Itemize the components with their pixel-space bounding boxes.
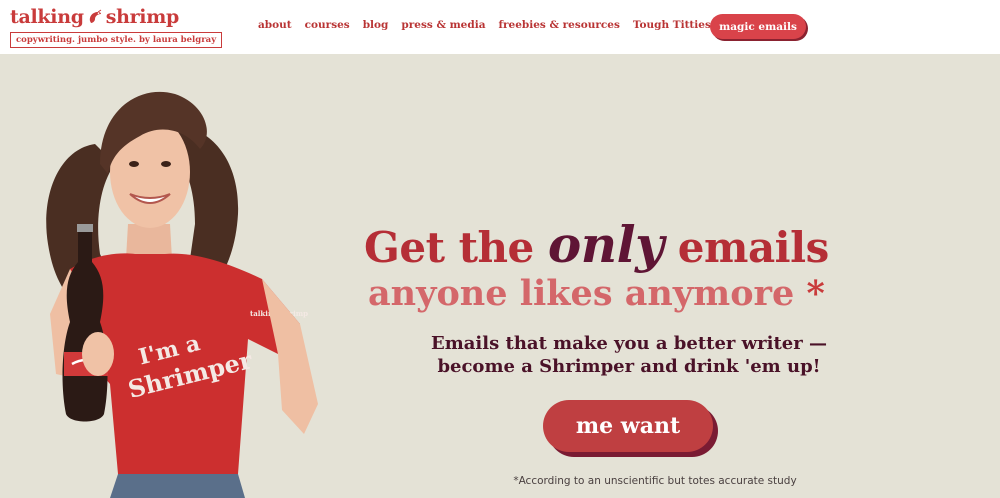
main-nav: about courses blog press & media freebie… xyxy=(258,19,711,31)
headline-pre: Get the xyxy=(364,223,534,272)
headline-line2: anyone likes anymore * xyxy=(364,273,924,315)
nav-item-freebies-resources[interactable]: freebies & resources xyxy=(499,19,620,31)
right-arm xyxy=(262,279,318,434)
nav-item-courses[interactable]: courses xyxy=(305,19,350,31)
logo-word-right: shrimp xyxy=(105,6,180,28)
headline-emphasis: only xyxy=(547,215,664,274)
nav-item-blog[interactable]: blog xyxy=(363,19,389,31)
magic-emails-button[interactable]: magic emails xyxy=(710,14,806,39)
hero-headline: Get the only emails anyone likes anymore… xyxy=(364,220,924,315)
nav-item-press-media[interactable]: press & media xyxy=(401,19,485,31)
headline-line2-text: anyone likes anymore xyxy=(368,273,795,314)
headline-asterisk: * xyxy=(806,273,825,314)
headline-line1: Get the only emails xyxy=(364,220,924,272)
eye-left xyxy=(129,161,139,167)
me-want-button[interactable]: me want xyxy=(543,400,713,452)
nav-item-about[interactable]: about xyxy=(258,19,292,31)
hand xyxy=(82,332,114,376)
nav-item-tough-titties[interactable]: Tough Titties xyxy=(633,19,711,31)
shrimp-icon xyxy=(89,9,101,23)
footnote: *According to an unscientific but totes … xyxy=(513,475,797,487)
neck xyxy=(126,224,172,259)
subhead-line1: Emails that make you a better writer — xyxy=(431,333,827,354)
hero-photo: I'm a Shrimper talking shrimp xyxy=(46,91,318,498)
site-logo[interactable]: talking shrimp copywriting. jumbo style.… xyxy=(10,5,223,48)
logo-tagline: copywriting. jumbo style. by laura belgr… xyxy=(10,32,223,48)
jeans xyxy=(110,474,245,498)
bottle-cap xyxy=(77,224,93,232)
site-header: talking shrimp copywriting. jumbo style.… xyxy=(0,0,1000,54)
hero-section: I'm a Shrimper talking shrimp Get the on… xyxy=(0,54,1000,498)
logo-word-left: talking xyxy=(10,6,84,28)
logo-wordmark: talking shrimp xyxy=(10,5,222,29)
eye-right xyxy=(161,161,171,167)
headline-post: emails xyxy=(677,223,829,272)
subhead-line2: become a Shrimper and drink 'em up! xyxy=(437,356,821,377)
hero-subheadline: Emails that make you a better writer — b… xyxy=(364,332,894,378)
